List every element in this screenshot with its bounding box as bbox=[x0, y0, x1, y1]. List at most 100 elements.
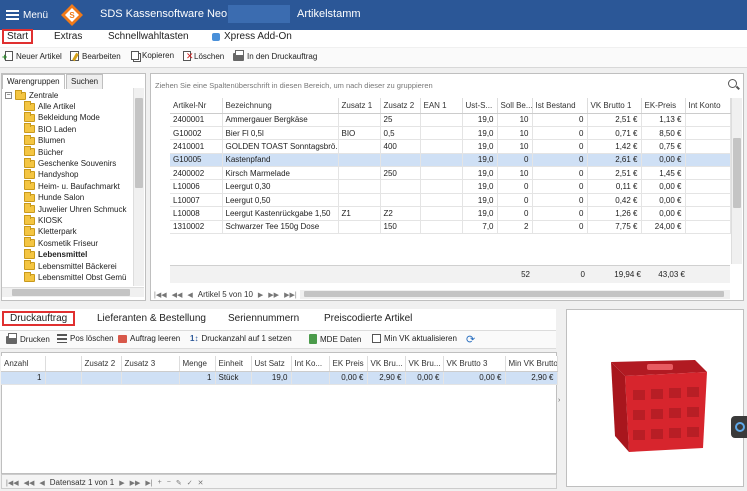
column-header[interactable]: Anzahl bbox=[1, 356, 46, 372]
menu-button[interactable]: Menü bbox=[2, 3, 52, 27]
splitter-grip-icon[interactable]: › bbox=[558, 397, 560, 404]
column-header[interactable]: Ust Satz bbox=[251, 356, 292, 372]
next-page-icon[interactable]: ▶▶ bbox=[130, 479, 141, 487]
tab-preiscodierte-artikel[interactable]: Preiscodierte Artikel bbox=[324, 313, 412, 324]
tree-item[interactable]: Geschenke Souvenirs bbox=[24, 157, 116, 169]
column-header[interactable]: VK Brutto 3 bbox=[443, 356, 506, 372]
delete-button[interactable]: Löschen bbox=[183, 51, 224, 62]
column-header[interactable]: Bezeichnung bbox=[222, 98, 339, 114]
table-row[interactable]: 2410001 GOLDEN TOAST Sonntagsbrö... 400 19,… bbox=[170, 139, 731, 154]
tree-item[interactable]: Bekleidung Mode bbox=[24, 111, 100, 123]
add-to-print-job-button[interactable]: In den Druckauftrag bbox=[233, 50, 317, 61]
last-record-icon[interactable]: ▶▶| bbox=[284, 291, 297, 299]
first-record-icon[interactable]: |◀◀ bbox=[6, 479, 19, 487]
table-row[interactable]: G10005 Kastenpfand 19,0 0 0 2,61 €0,00 € bbox=[170, 153, 731, 168]
tree-item[interactable]: KIOSK bbox=[24, 214, 62, 226]
tab-warengruppen[interactable]: Warengruppen bbox=[2, 74, 65, 89]
last-record-icon[interactable]: ▶| bbox=[145, 479, 152, 487]
table-row[interactable]: L10008 Leergut Kastenrückgabe 1,50 Z1 Z2 19,… bbox=[170, 206, 731, 221]
column-header[interactable]: EAN 1 bbox=[420, 98, 463, 114]
category-scrollbar[interactable] bbox=[133, 88, 144, 286]
tree-item[interactable]: BIO Laden bbox=[24, 123, 76, 135]
article-grid-scrollbar[interactable] bbox=[731, 98, 742, 264]
column-header[interactable]: Min VK Brutto bbox=[505, 356, 558, 372]
refresh-icon[interactable]: ⟳ bbox=[466, 333, 475, 346]
column-header[interactable]: Int Konto bbox=[685, 98, 731, 114]
tree-item[interactable]: Kosmetik Friseur bbox=[24, 237, 98, 249]
mde-data-button[interactable]: MDE Daten bbox=[309, 334, 361, 344]
collapse-icon[interactable]: − bbox=[5, 92, 12, 99]
prev-page-icon[interactable]: ◀◀ bbox=[172, 291, 183, 299]
prev-record-icon[interactable]: ◀ bbox=[187, 291, 192, 299]
prev-record-icon[interactable]: ◀ bbox=[39, 479, 44, 487]
next-record-icon[interactable]: ▶ bbox=[258, 291, 263, 299]
tab-extras[interactable]: Extras bbox=[54, 31, 82, 42]
table-row[interactable]: L10007 Leergut 0,50 19,0 0 0 0,42 €0,00 € bbox=[170, 193, 731, 208]
table-row[interactable]: 2400001 Ammergauer Bergkäse 25 19,0 10 0 2,51 … bbox=[170, 113, 731, 127]
column-header[interactable]: Zusatz 3 bbox=[121, 356, 180, 372]
tree-item[interactable]: Hunde Salon bbox=[24, 191, 84, 203]
column-header[interactable]: Zusatz 2 bbox=[81, 356, 122, 372]
column-header[interactable]: Ist Bestand bbox=[532, 98, 588, 114]
column-header[interactable]: EK-Preis bbox=[641, 98, 686, 114]
category-hscrollbar-thumb[interactable] bbox=[12, 289, 130, 296]
column-header[interactable]: Int Ko... bbox=[291, 356, 330, 372]
update-min-vk-button[interactable]: Min VK aktualisieren bbox=[372, 334, 457, 343]
column-header[interactable]: Zusatz 2 bbox=[380, 98, 421, 114]
tree-item[interactable]: Kletterpark bbox=[24, 225, 77, 237]
edit-button[interactable]: Bearbeiten bbox=[70, 51, 121, 61]
next-page-icon[interactable]: ▶▶ bbox=[268, 291, 279, 299]
table-row[interactable]: 2400002 Kirsch Marmelade 250 19,0 10 0 2,51 €1… bbox=[170, 166, 731, 181]
delete-record-icon[interactable]: − bbox=[167, 479, 171, 486]
add-record-icon[interactable]: + bbox=[158, 479, 162, 486]
tree-item[interactable]: Alle Artikel bbox=[24, 100, 75, 112]
tree-item[interactable]: Bücher bbox=[24, 146, 63, 158]
delete-position-button[interactable]: Pos löschen bbox=[57, 334, 114, 343]
first-record-icon[interactable]: |◀◀ bbox=[154, 291, 167, 299]
set-print-count-button[interactable]: 1↕ Druckanzahl auf 1 setzen bbox=[190, 334, 292, 343]
clear-job-button[interactable]: Auftrag leeren bbox=[118, 334, 180, 343]
column-header[interactable]: Ust-S... bbox=[462, 98, 498, 114]
column-header[interactable]: Artikel-Nr bbox=[170, 98, 223, 114]
table-row[interactable]: L10006 Leergut 0,30 19,0 0 0 0,11 €0,00 € bbox=[170, 179, 731, 194]
tab-schnellwahltasten[interactable]: Schnellwahltasten bbox=[108, 31, 189, 42]
tab-xpress-addon[interactable]: Xpress Add-On bbox=[212, 31, 292, 42]
tree-item[interactable]: Lebensmittel Obst Gemü bbox=[24, 271, 126, 283]
tree-root[interactable]: − Zentrale bbox=[5, 89, 58, 101]
copy-button[interactable]: Kopieren bbox=[131, 51, 174, 60]
category-scrollbar-thumb[interactable] bbox=[135, 98, 143, 188]
tree-item[interactable]: Lebensmittel bbox=[24, 248, 87, 260]
tree-item[interactable]: Heim- u. Baufachmarkt bbox=[24, 180, 120, 192]
table-row[interactable]: G10002 Bier Fl 0,5l BIO 0,5 19,0 10 0 0,71 €8,5… bbox=[170, 126, 731, 141]
cancel-record-icon[interactable]: ✕ bbox=[198, 479, 204, 487]
column-header[interactable]: Soll Be... bbox=[497, 98, 533, 114]
print-button[interactable]: Drucken bbox=[6, 333, 50, 344]
category-hscrollbar[interactable] bbox=[2, 287, 144, 297]
column-header[interactable]: Menge bbox=[179, 356, 216, 372]
tab-suchen[interactable]: Suchen bbox=[66, 74, 104, 89]
table-row[interactable]: 1 1 Stück 19,0 0,00 €2,90 €0,00 €0,00 €2,90 … bbox=[1, 371, 558, 385]
tree-item[interactable]: Handyshop bbox=[24, 168, 78, 180]
edit-record-icon[interactable]: ✎ bbox=[176, 479, 182, 487]
search-icon[interactable] bbox=[728, 79, 737, 88]
tree-item[interactable]: Blumen bbox=[24, 134, 65, 146]
save-record-icon[interactable]: ✓ bbox=[187, 479, 193, 487]
tree-item[interactable]: Lebensmittel Bäckerei bbox=[24, 260, 117, 272]
side-panel-tab[interactable] bbox=[731, 416, 747, 438]
column-header[interactable]: EK Preis bbox=[329, 356, 368, 372]
tab-start[interactable]: Start bbox=[1, 29, 34, 44]
article-grid-scrollbar-thumb[interactable] bbox=[733, 138, 741, 208]
tree-item[interactable]: Juwelier Uhren Schmuck bbox=[24, 203, 126, 215]
column-header[interactable] bbox=[45, 356, 82, 372]
column-header[interactable]: VK Brutto 1 bbox=[587, 98, 642, 114]
new-article-button[interactable]: Neuer Artikel bbox=[2, 51, 62, 61]
tab-druckauftrag[interactable]: Druckauftrag bbox=[1, 311, 76, 326]
next-record-icon[interactable]: ▶ bbox=[119, 479, 124, 487]
panel-splitter[interactable]: › bbox=[557, 309, 565, 489]
tab-lieferanten[interactable]: Lieferanten & Bestellung bbox=[97, 313, 206, 324]
table-row[interactable]: 1310002 Schwarzer Tee 150g Dose 150 7,0 2 0 7,… bbox=[170, 220, 731, 235]
tab-seriennummern[interactable]: Seriennummern bbox=[228, 313, 299, 324]
prev-page-icon[interactable]: ◀◀ bbox=[24, 479, 35, 487]
article-grid-hscrollbar[interactable] bbox=[300, 290, 730, 299]
article-grid-hscrollbar-thumb[interactable] bbox=[304, 291, 724, 297]
